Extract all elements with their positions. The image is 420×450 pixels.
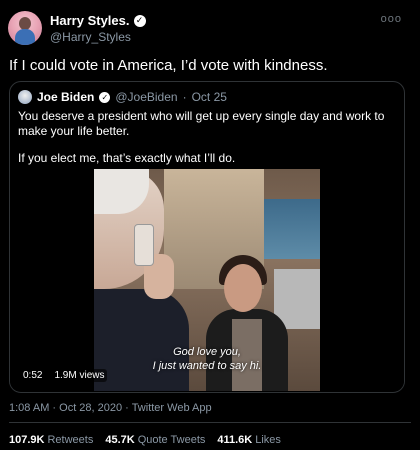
likes-count: 411.6K: [217, 434, 253, 446]
quote-tweets-stat[interactable]: 45.7K Quote Tweets: [105, 434, 205, 446]
background-shelf: [264, 199, 320, 259]
phone-icon: [134, 224, 154, 266]
quote-text-line-1: You deserve a president who will get up …: [18, 109, 385, 138]
quote-tweets-label: Quote Tweets: [137, 434, 206, 446]
quote-display-name: Joe Biden: [37, 90, 95, 104]
quote-text: You deserve a president who will get up …: [18, 109, 398, 178]
video-views: 1.9M views: [51, 369, 108, 382]
caption-line-1: God love you,: [173, 346, 241, 358]
quote-tweets-count: 45.7K: [105, 434, 135, 446]
more-options-icon[interactable]: ooo: [381, 13, 402, 25]
avatar-body: [15, 29, 35, 45]
quote-handle: @JoeBiden: [115, 90, 178, 104]
author-avatar[interactable]: [8, 11, 42, 45]
likes-stat[interactable]: 411.6K Likes: [217, 434, 281, 446]
author-display-name[interactable]: Harry Styles.: [50, 13, 130, 28]
man-suit: [94, 289, 189, 391]
verified-icon: ✓: [133, 14, 146, 27]
author-block[interactable]: Harry Styles. ✓ @Harry_Styles: [50, 13, 146, 44]
author-handle[interactable]: @Harry_Styles: [50, 30, 146, 44]
woman-head: [224, 264, 262, 312]
quote-text-line-2: If you elect me, that’s exactly what I’l…: [18, 151, 236, 165]
video-duration: 0:52: [20, 369, 46, 382]
retweets-stat[interactable]: 107.9K Retweets: [9, 434, 93, 446]
video-overlay: 0:52 1.9M views: [20, 369, 108, 382]
retweets-label: Retweets: [47, 434, 94, 446]
video-frame[interactable]: God love you, I just wanted to say hi.: [94, 169, 320, 391]
likes-label: Likes: [255, 434, 281, 446]
tweet-text: If I could vote in America, I’d vote wit…: [9, 57, 328, 74]
quote-verified-icon: ✓: [99, 91, 111, 103]
divider: [9, 422, 411, 423]
quote-author-row: Joe Biden ✓ @JoeBiden · Oct 25: [18, 90, 227, 104]
video-caption: God love you, I just wanted to say hi.: [94, 345, 320, 373]
quoted-tweet[interactable]: Joe Biden ✓ @JoeBiden · Oct 25 You deser…: [9, 81, 405, 393]
quote-separator: ·: [182, 90, 187, 104]
quote-date: Oct 25: [191, 90, 227, 104]
retweets-count: 107.9K: [9, 434, 45, 446]
tweet-timestamp[interactable]: 1:08 AM · Oct 28, 2020 · Twitter Web App: [9, 402, 212, 414]
quote-author-avatar: [18, 90, 32, 104]
engagement-stats: 107.9K Retweets 45.7K Quote Tweets 411.6K L…: [9, 434, 281, 446]
author-name-row: Harry Styles. ✓: [50, 13, 146, 28]
caption-line-2: I just wanted to say hi.: [152, 360, 262, 372]
video-player[interactable]: God love you, I just wanted to say hi. 0…: [10, 169, 404, 391]
